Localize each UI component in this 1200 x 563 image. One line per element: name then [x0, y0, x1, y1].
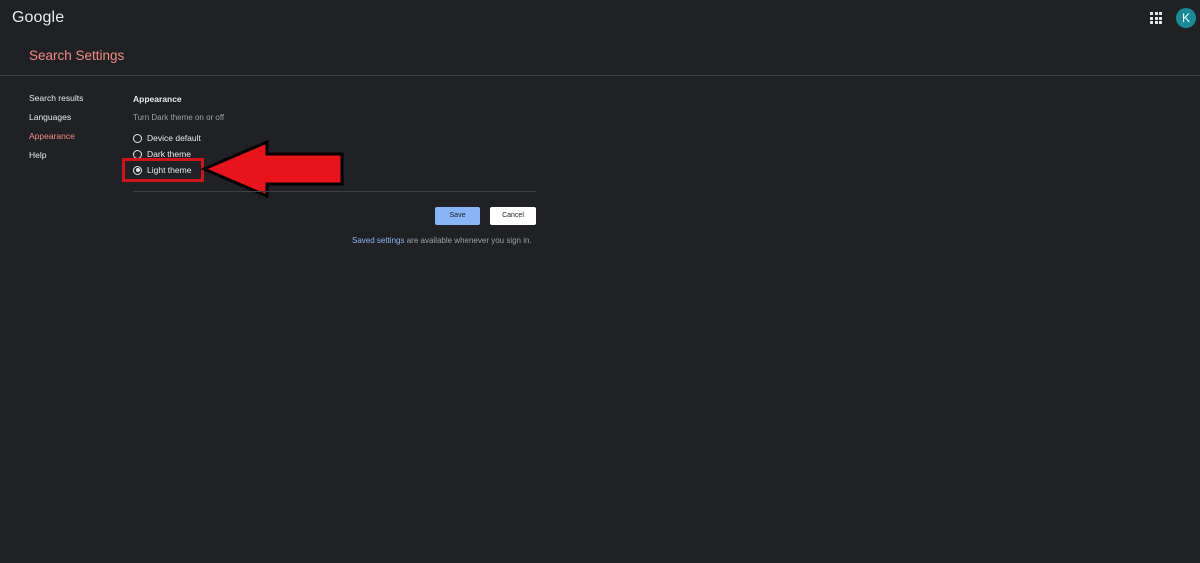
apps-grid-icon[interactable] — [1150, 12, 1162, 24]
radio-device-default[interactable]: Device default — [133, 132, 201, 144]
avatar[interactable]: K — [1176, 8, 1196, 28]
sidebar-item-help[interactable]: Help — [29, 150, 83, 169]
content-divider — [133, 191, 536, 192]
top-bar: Google K — [0, 0, 1200, 40]
sidebar-item-appearance[interactable]: Appearance — [29, 131, 83, 150]
saved-settings-text: are available whenever you sign in. — [404, 236, 532, 245]
radio-button[interactable] — [133, 133, 142, 143]
page-title: Search Settings — [29, 48, 125, 63]
radio-label: Device default — [147, 133, 201, 143]
saved-settings-note: Saved settings are available whenever yo… — [352, 236, 532, 245]
left-arrow-icon — [200, 140, 344, 198]
save-button[interactable]: Save — [435, 207, 480, 225]
highlight-box — [122, 158, 204, 182]
sidebar: Search results Languages Appearance Help — [29, 93, 83, 169]
saved-settings-link[interactable]: Saved settings — [352, 236, 404, 245]
google-logo[interactable]: Google — [12, 9, 64, 27]
header-divider — [0, 75, 1200, 76]
cancel-button[interactable]: Cancel — [490, 207, 536, 225]
section-title: Appearance — [133, 94, 182, 104]
sidebar-item-languages[interactable]: Languages — [29, 112, 83, 131]
section-subtitle: Turn Dark theme on or off — [133, 113, 225, 122]
sidebar-item-search-results[interactable]: Search results — [29, 93, 83, 112]
